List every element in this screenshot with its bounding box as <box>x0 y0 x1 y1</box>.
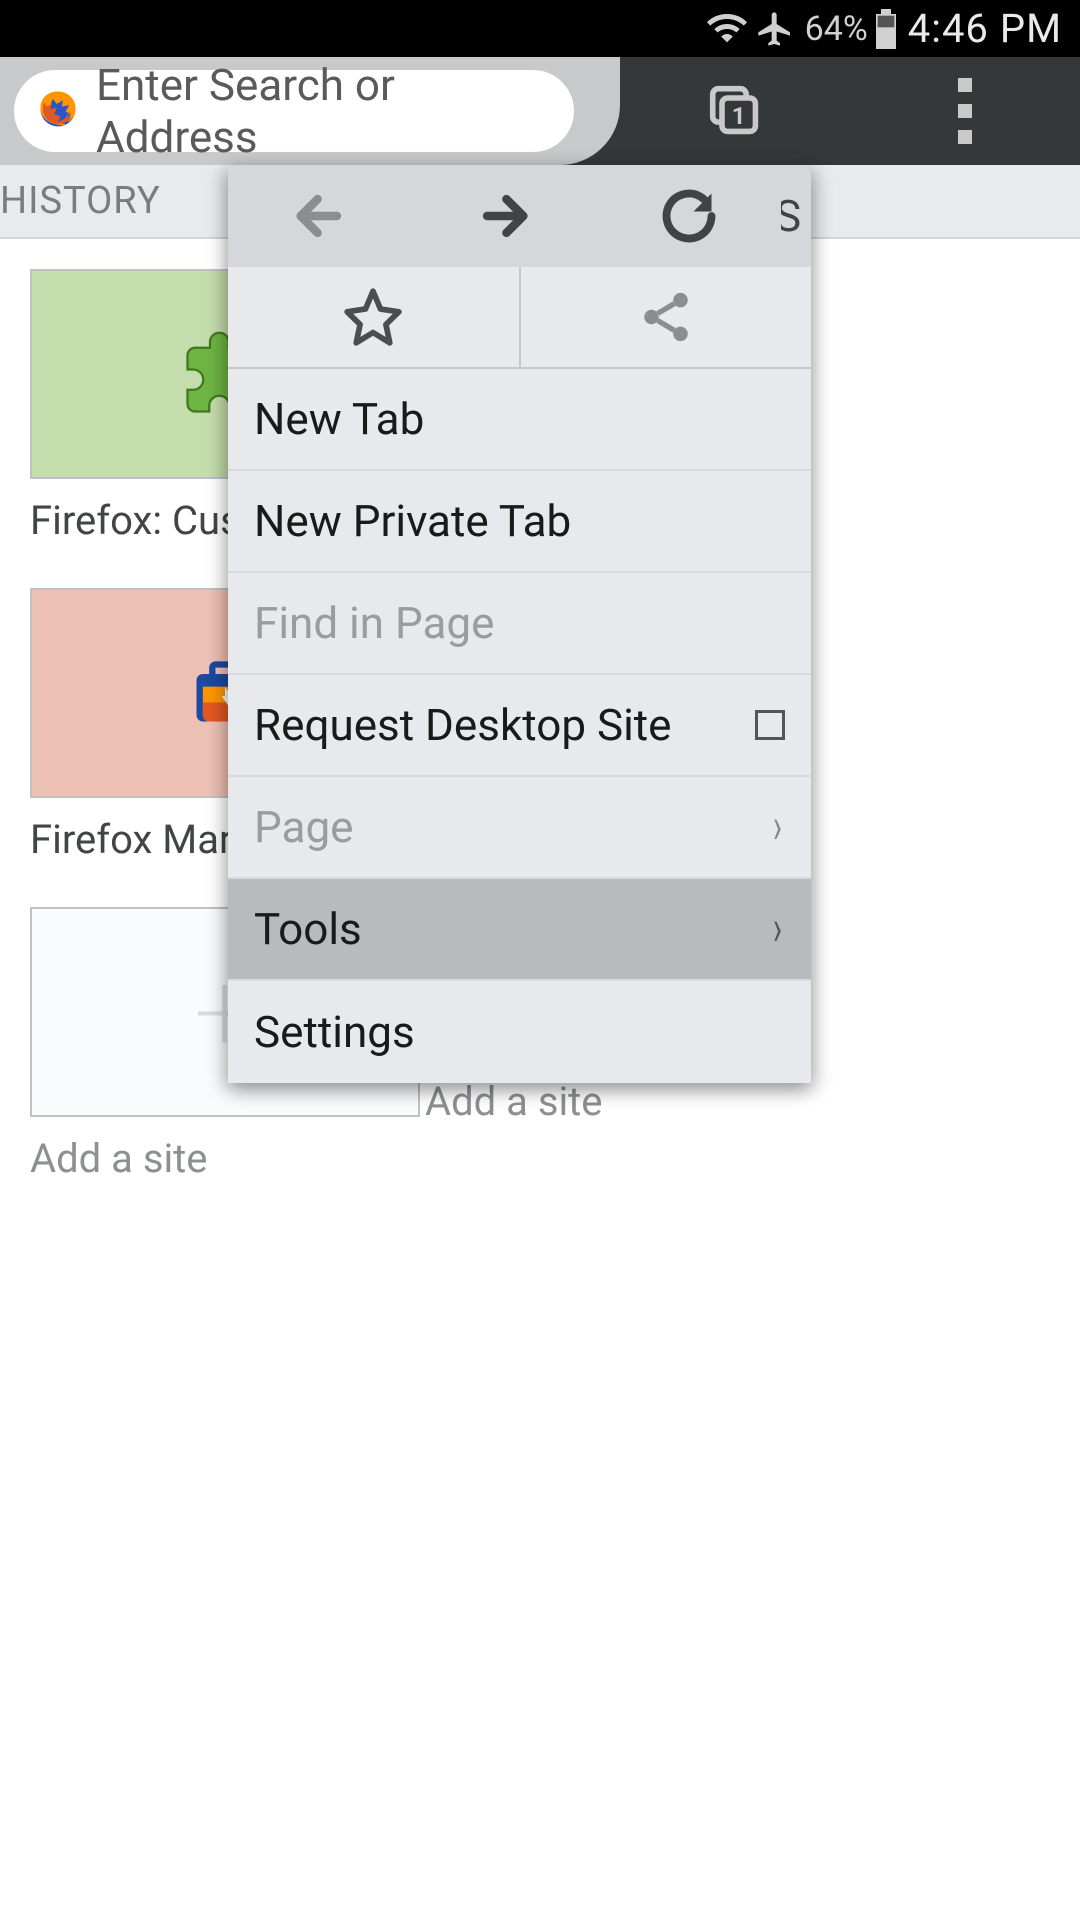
menu-item-settings[interactable]: Settings <box>228 981 811 1083</box>
checkbox-icon[interactable] <box>755 710 785 740</box>
url-bar[interactable]: Enter Search or Address <box>14 70 574 152</box>
star-icon <box>342 286 404 348</box>
overflow-menu-button[interactable] <box>850 78 1080 144</box>
wifi-icon <box>707 9 747 49</box>
menu-item-request-desktop[interactable]: Request Desktop Site <box>228 675 811 777</box>
bookmark-button[interactable] <box>228 267 521 367</box>
add-site-row: Add a site <box>0 1078 1080 1125</box>
reload-button[interactable] <box>597 165 781 267</box>
back-button[interactable] <box>228 165 412 267</box>
menu-item-page: Page › <box>228 777 811 879</box>
clock: 4:46 PM <box>908 5 1062 52</box>
menu-item-find-in-page: Find in Page <box>228 573 811 675</box>
firefox-icon <box>38 89 78 133</box>
overflow-menu-icon <box>958 78 972 144</box>
battery-icon <box>874 9 898 49</box>
stop-button-edge[interactable]: S <box>781 165 811 267</box>
arrow-back-icon <box>291 187 349 245</box>
menu-item-new-tab[interactable]: New Tab <box>228 369 811 471</box>
arrow-forward-icon <box>475 187 533 245</box>
status-bar: 64% 4:46 PM <box>0 0 1080 57</box>
battery-percent: 64% <box>805 9 868 49</box>
menu-nav-row: S <box>228 165 811 267</box>
overflow-menu-panel: S New Tab New Private Tab Find in <box>228 165 811 1083</box>
svg-text:1: 1 <box>732 102 746 130</box>
add-site-label[interactable]: Add a site <box>425 1078 820 1125</box>
browser-toolbar: Enter Search or Address 1 <box>0 57 1080 165</box>
tabs-button[interactable]: 1 <box>620 85 850 137</box>
menu-item-tools[interactable]: Tools › <box>228 879 811 981</box>
page-content: HISTORY Firefox: Customi Firefox Marketp… <box>0 165 1080 1920</box>
chevron-right-icon: › <box>773 798 782 856</box>
tile-label: Add a site <box>30 1135 400 1182</box>
forward-button[interactable] <box>412 165 596 267</box>
reload-icon <box>662 189 716 243</box>
menu-item-new-private-tab[interactable]: New Private Tab <box>228 471 811 573</box>
airplane-icon <box>755 9 795 49</box>
url-bar-container: Enter Search or Address <box>0 57 620 165</box>
share-button[interactable] <box>521 267 812 367</box>
chevron-right-icon: › <box>773 900 782 958</box>
url-placeholder: Enter Search or Address <box>96 59 550 163</box>
share-icon <box>637 288 695 346</box>
menu-icon-row <box>228 267 811 369</box>
